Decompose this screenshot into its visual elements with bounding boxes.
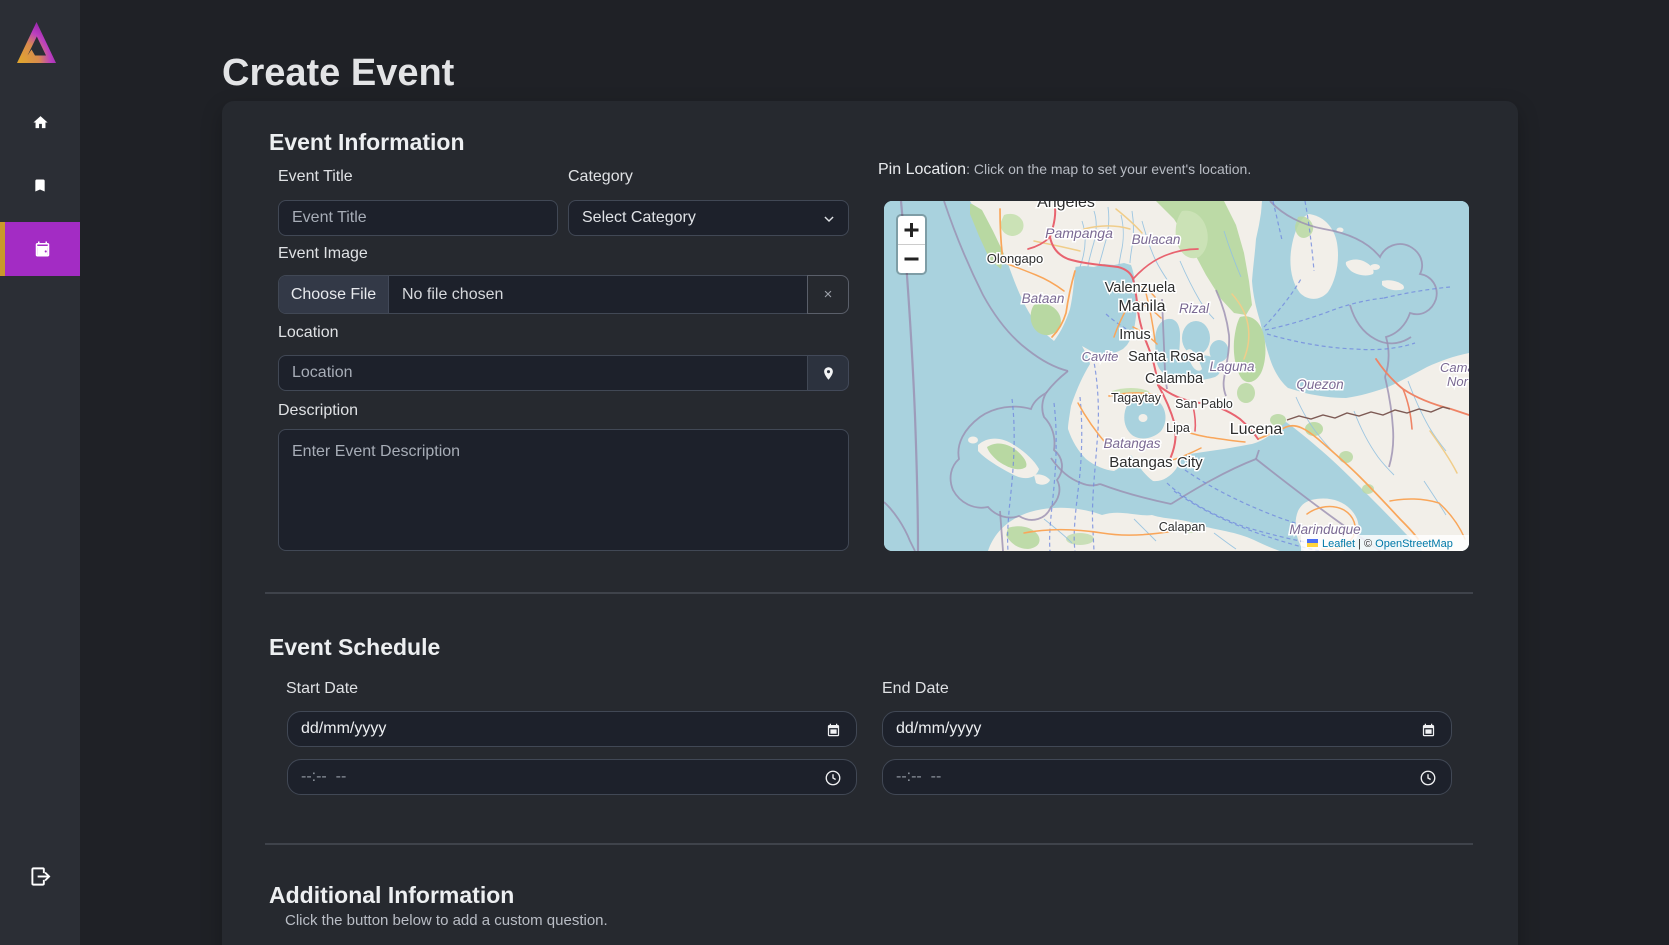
svg-text:Manila: Manila [1118,298,1165,315]
svg-text:Rizal: Rizal [1179,301,1210,316]
svg-text:Marinduque: Marinduque [1289,522,1360,537]
svg-text:Quezon: Quezon [1296,377,1343,392]
svg-text:Olongapo: Olongapo [987,251,1043,266]
svg-text:Bulacan: Bulacan [1132,232,1181,247]
svg-text:Batangas City: Batangas City [1109,454,1203,471]
svg-text:Nor: Nor [1447,374,1469,389]
svg-text:Valenzuela: Valenzuela [1105,280,1177,296]
svg-text:Angeles: Angeles [1037,201,1095,211]
svg-text:Leaflet | © OpenStreetMap: Leaflet | © OpenStreetMap [1322,538,1453,550]
svg-text:Santa Rosa: Santa Rosa [1128,349,1205,365]
svg-text:Pampanga: Pampanga [1045,225,1113,241]
svg-text:Lucena: Lucena [1230,421,1283,438]
svg-text:Calapan: Calapan [1159,520,1206,534]
svg-text:Lipa: Lipa [1166,421,1190,435]
svg-text:Laguna: Laguna [1209,359,1255,374]
svg-text:Bataan: Bataan [1022,291,1065,306]
svg-text:Calamba: Calamba [1145,371,1204,387]
svg-text:Cavite: Cavite [1082,349,1119,364]
svg-text:Imus: Imus [1119,327,1150,343]
svg-text:Batangas: Batangas [1103,436,1160,451]
svg-text:Tagaytay: Tagaytay [1111,391,1162,405]
svg-text:San Pablo: San Pablo [1175,397,1233,411]
svg-text:Cama: Cama [1440,360,1469,375]
